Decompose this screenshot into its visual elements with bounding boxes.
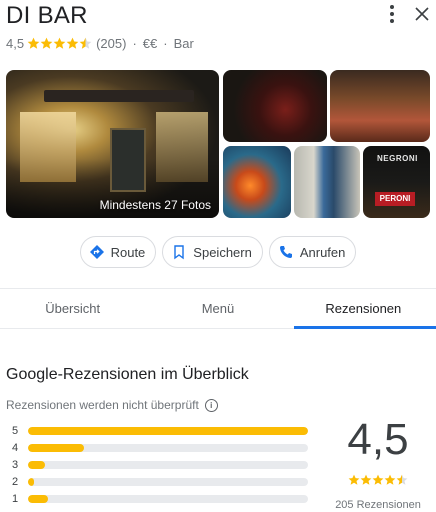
rating-bar-track bbox=[28, 460, 308, 469]
photo-thumbnail[interactable] bbox=[223, 70, 327, 142]
photo-sign-text: NEGRONI bbox=[377, 154, 418, 163]
bookmark-icon bbox=[174, 245, 184, 260]
rating-bar-label: 3 bbox=[12, 458, 19, 471]
directions-icon bbox=[89, 245, 104, 259]
star-icon bbox=[360, 474, 372, 485]
rating-summary: 4,5 205 Rezensionen bbox=[326, 414, 430, 511]
photo-thumbnail[interactable] bbox=[330, 70, 430, 142]
rating-bar-row[interactable]: 4 bbox=[12, 439, 312, 456]
save-label: Speichern bbox=[193, 244, 252, 260]
rating-bar-row[interactable]: 1 bbox=[12, 490, 312, 507]
rating-bar-fill bbox=[28, 443, 84, 452]
tab-reviews[interactable]: Rezensionen bbox=[291, 289, 436, 329]
call-label: Anrufen bbox=[299, 244, 346, 260]
rating-bar-row[interactable]: 2 bbox=[12, 473, 312, 490]
rating-bar-label: 2 bbox=[12, 475, 19, 488]
photo-count-caption: Mindestens 27 Fotos bbox=[99, 198, 211, 212]
star-icon bbox=[66, 37, 79, 49]
photo-thumbnail[interactable] bbox=[223, 146, 291, 218]
call-button[interactable]: Anrufen bbox=[268, 236, 357, 268]
rating-bar-track bbox=[28, 426, 308, 435]
star-icon bbox=[27, 37, 40, 49]
star-icon bbox=[40, 37, 53, 49]
rating-bar-fill bbox=[28, 460, 45, 469]
rating-bar-fill bbox=[28, 477, 34, 486]
rating-bar-track bbox=[28, 494, 308, 503]
reviews-note: Rezensionen werden nicht überprüft i bbox=[6, 398, 218, 412]
route-label: Route bbox=[110, 244, 146, 260]
tab-menu[interactable]: Menü bbox=[145, 289, 290, 328]
price-level: €€ bbox=[142, 36, 158, 51]
tab-bar: Übersicht Menü Rezensionen bbox=[0, 288, 436, 329]
overall-rating: 4,5 bbox=[347, 415, 409, 464]
storefront-window bbox=[156, 112, 208, 182]
place-title: DI BAR bbox=[6, 2, 88, 29]
place-category[interactable]: Bar bbox=[174, 36, 194, 51]
rating-bar-fill bbox=[28, 426, 308, 435]
total-reviews[interactable]: 205 Rezensionen bbox=[326, 499, 430, 511]
separator: · bbox=[132, 36, 137, 51]
rating-bar-row[interactable]: 5 bbox=[12, 422, 312, 439]
route-button[interactable]: Route bbox=[79, 236, 157, 268]
photo-gallery: Mindestens 27 Fotos NEGRONI PERONI bbox=[6, 70, 430, 218]
more-options-icon[interactable] bbox=[380, 2, 404, 26]
place-header: DI BAR 4,5 (205) · €€ · Bar bbox=[6, 0, 430, 64]
review-count[interactable]: (205) bbox=[96, 36, 126, 51]
rating-bar-label: 5 bbox=[12, 424, 19, 437]
rating-value: 4,5 bbox=[6, 36, 25, 51]
photo-thumbnail[interactable] bbox=[294, 146, 360, 218]
place-meta: 4,5 (205) · €€ · Bar bbox=[6, 36, 194, 51]
star-icon bbox=[53, 37, 66, 49]
close-icon[interactable] bbox=[410, 2, 434, 26]
photo-beer-text: PERONI bbox=[375, 192, 415, 206]
star-icon bbox=[396, 474, 408, 485]
action-chips: Route Speichern Anrufen bbox=[0, 236, 436, 268]
star-icon bbox=[372, 474, 384, 485]
phone-icon bbox=[279, 246, 292, 258]
storefront-window bbox=[20, 112, 76, 182]
overall-rating-stars bbox=[348, 474, 408, 486]
rating-distribution: 5 4 3 2 1 bbox=[12, 422, 312, 507]
tab-overview[interactable]: Übersicht bbox=[0, 289, 145, 328]
separator: · bbox=[163, 36, 168, 51]
star-icon bbox=[348, 474, 360, 485]
rating-stars bbox=[27, 37, 92, 50]
star-icon bbox=[384, 474, 396, 485]
storefront-sign bbox=[44, 90, 194, 102]
rating-bar-track bbox=[28, 477, 308, 486]
reviews-note-text: Rezensionen werden nicht überprüft bbox=[6, 398, 199, 412]
rating-bar-label: 1 bbox=[12, 492, 19, 505]
star-icon bbox=[79, 37, 92, 49]
reviews-section-title: Google-Rezensionen im Überblick bbox=[6, 366, 249, 383]
save-button[interactable]: Speichern bbox=[162, 236, 263, 268]
photo-thumbnail[interactable]: NEGRONI PERONI bbox=[363, 146, 430, 218]
info-icon[interactable]: i bbox=[204, 398, 218, 412]
photo-main[interactable]: Mindestens 27 Fotos bbox=[6, 70, 219, 218]
storefront-door bbox=[110, 128, 146, 192]
rating-bar-fill bbox=[28, 494, 48, 503]
rating-bar-label: 4 bbox=[12, 441, 19, 454]
rating-bar-track bbox=[28, 443, 308, 452]
rating-bar-row[interactable]: 3 bbox=[12, 456, 312, 473]
